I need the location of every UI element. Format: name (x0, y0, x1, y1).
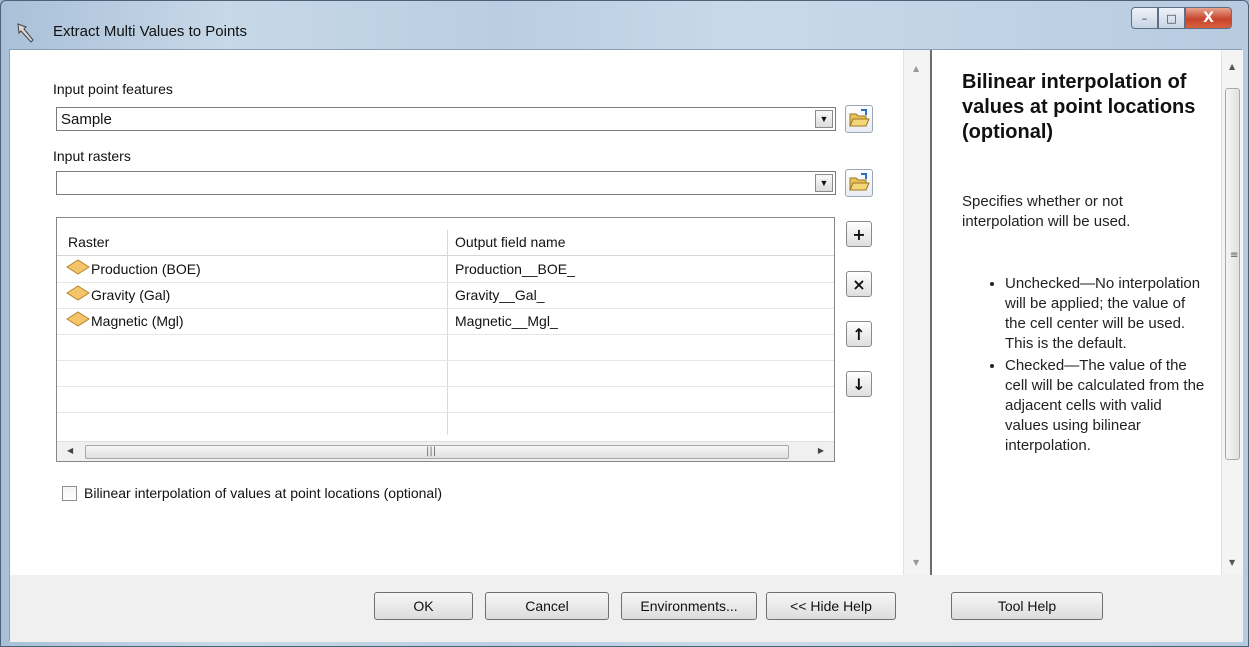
maximize-icon: □ (1166, 11, 1177, 25)
table-header: Raster Output field name (57, 230, 834, 256)
cancel-button-label: Cancel (525, 598, 569, 614)
grip-icon: ||| (426, 446, 437, 457)
dialog-client-area: Input point features Sample ▼ Input rast… (9, 49, 1243, 642)
table-horizontal-scrollbar[interactable]: ◀ ||| ▶ (57, 441, 834, 461)
button-bar: OK Cancel Environments... << Hide Help T… (10, 575, 1243, 642)
output-field-cell[interactable]: Magnetic__Mgl_ (455, 313, 558, 329)
bilinear-checkbox[interactable] (62, 486, 77, 501)
move-up-button[interactable]: ↑ (846, 321, 872, 347)
scroll-down-icon[interactable]: ▼ (1229, 558, 1235, 567)
bilinear-checkbox-label[interactable]: Bilinear interpolation of values at poin… (84, 485, 442, 501)
window-title: Extract Multi Values to Points (53, 23, 247, 40)
table-row[interactable]: Production (BOE) Production__BOE_ (57, 257, 834, 283)
browse-rasters-button[interactable] (845, 169, 873, 197)
caption-buttons: – □ X (1131, 7, 1232, 29)
raster-name-cell: Magnetic (Mgl) (91, 313, 184, 329)
plus-icon: + (852, 224, 866, 244)
scroll-up-icon[interactable]: ▲ (913, 64, 919, 73)
minimize-button[interactable]: – (1131, 7, 1158, 29)
close-button[interactable]: X (1185, 7, 1232, 29)
scroll-left-icon[interactable]: ◀ (67, 446, 73, 455)
input-point-features-combo[interactable]: Sample ▼ (56, 107, 836, 131)
help-description: Specifies whether or not interpolation w… (962, 193, 1131, 230)
rasters-table: Raster Output field name Production (BOE… (56, 217, 835, 462)
tool-help-button-label: Tool Help (997, 598, 1057, 614)
column-header-raster[interactable]: Raster (68, 234, 109, 250)
input-point-features-label: Input point features (53, 81, 173, 97)
table-row[interactable]: Magnetic (Mgl) Magnetic__Mgl_ (57, 309, 834, 335)
table-row[interactable]: Gravity (Gal) Gravity__Gal_ (57, 283, 834, 309)
ok-button[interactable]: OK (374, 592, 473, 620)
list-item: Unchecked—No interpolation will be appli… (1005, 274, 1208, 354)
folder-open-icon (849, 173, 870, 191)
hammer-icon (17, 23, 34, 43)
browse-point-features-button[interactable] (845, 105, 873, 133)
input-rasters-label: Input rasters (53, 148, 131, 164)
minimize-icon: – (1141, 11, 1148, 25)
remove-row-button[interactable]: × (846, 271, 872, 297)
dropdown-arrow-icon[interactable]: ▼ (815, 174, 833, 192)
scrollbar-thumb[interactable]: ||| (85, 445, 789, 459)
raster-layer-icon (66, 285, 90, 301)
input-rasters-combo[interactable]: ▼ (56, 171, 836, 195)
output-field-cell[interactable]: Gravity__Gal_ (455, 287, 544, 303)
scroll-down-icon[interactable]: ▼ (913, 558, 919, 567)
environments-button[interactable]: Environments... (621, 592, 757, 620)
title-bar[interactable]: Extract Multi Values to Points – □ X (1, 1, 1248, 49)
list-item: Checked—The value of the cell will be ca… (1005, 356, 1208, 456)
close-icon: X (1203, 10, 1214, 26)
table-row-empty[interactable] (57, 361, 834, 387)
maximize-button[interactable]: □ (1158, 7, 1185, 29)
folder-open-icon (849, 109, 870, 127)
arrow-down-icon: ↓ (852, 374, 866, 394)
scrollbar-thumb[interactable] (1225, 88, 1240, 460)
raster-name-cell: Production (BOE) (91, 261, 201, 277)
remove-icon: × (852, 274, 866, 294)
hide-help-button[interactable]: << Hide Help (766, 592, 896, 620)
move-down-button[interactable]: ↓ (846, 371, 872, 397)
parameters-vertical-scrollbar[interactable]: ▲ ▼ (903, 50, 929, 575)
output-field-cell[interactable]: Production__BOE_ (455, 261, 575, 277)
help-list: Unchecked—No interpolation will be appli… (988, 274, 1208, 458)
input-point-features-value: Sample (61, 111, 112, 128)
dropdown-arrow-icon[interactable]: ▼ (815, 110, 833, 128)
raster-name-cell: Gravity (Gal) (91, 287, 171, 303)
scroll-up-icon[interactable]: ▲ (1229, 62, 1235, 71)
column-header-output-field-name[interactable]: Output field name (455, 234, 566, 250)
scroll-right-icon[interactable]: ▶ (818, 446, 824, 455)
add-row-button[interactable]: + (846, 221, 872, 247)
tool-dialog-window: Extract Multi Values to Points – □ X Inp… (0, 0, 1249, 647)
cancel-button[interactable]: Cancel (485, 592, 609, 620)
table-row-empty[interactable] (57, 387, 834, 413)
hide-help-button-label: << Hide Help (790, 598, 872, 614)
raster-layer-icon (66, 311, 90, 327)
arrow-up-icon: ↑ (852, 324, 866, 344)
help-title: Bilinear interpolation of values at poin… (962, 71, 1196, 143)
table-row-empty[interactable] (57, 335, 834, 361)
ok-button-label: OK (413, 598, 434, 614)
parameters-pane: Input point features Sample ▼ Input rast… (10, 50, 929, 575)
raster-layer-icon (66, 259, 90, 275)
grip-icon: ≡ (1230, 250, 1239, 261)
tool-help-button[interactable]: Tool Help (951, 592, 1103, 620)
help-vertical-scrollbar[interactable]: ▲ ≡ ▼ (1221, 50, 1243, 575)
environments-button-label: Environments... (640, 598, 738, 614)
help-pane: Bilinear interpolation of values at poin… (930, 50, 1243, 575)
